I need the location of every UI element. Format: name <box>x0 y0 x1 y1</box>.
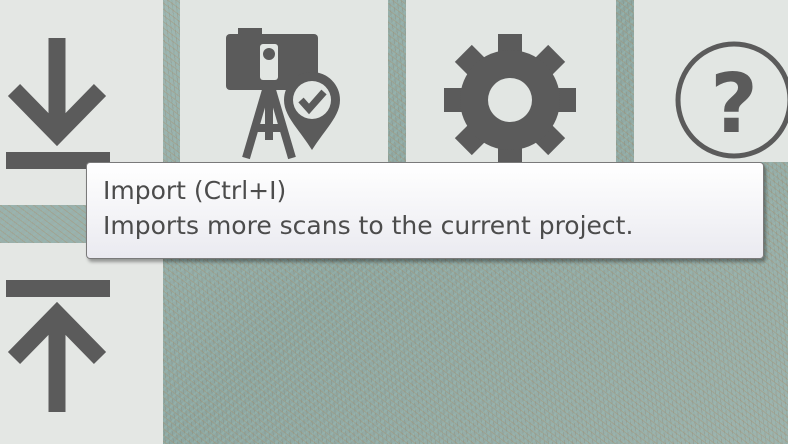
tooltip-title: Import (Ctrl+I) <box>103 176 287 205</box>
scan-location-button[interactable] <box>180 0 388 162</box>
camera-location-icon <box>226 28 340 160</box>
workspace-canvas: ? Import (Ctrl+I) Imports more scans to … <box>0 0 788 444</box>
help-glyph: ? <box>710 57 758 152</box>
settings-button[interactable] <box>406 0 616 162</box>
import-tooltip: Import (Ctrl+I) Imports more scans to th… <box>86 162 764 259</box>
gear-icon <box>444 34 576 162</box>
help-icon: ? <box>675 41 788 159</box>
tooltip-description: Imports more scans to the current projec… <box>103 211 634 240</box>
help-button[interactable]: ? <box>634 0 788 162</box>
